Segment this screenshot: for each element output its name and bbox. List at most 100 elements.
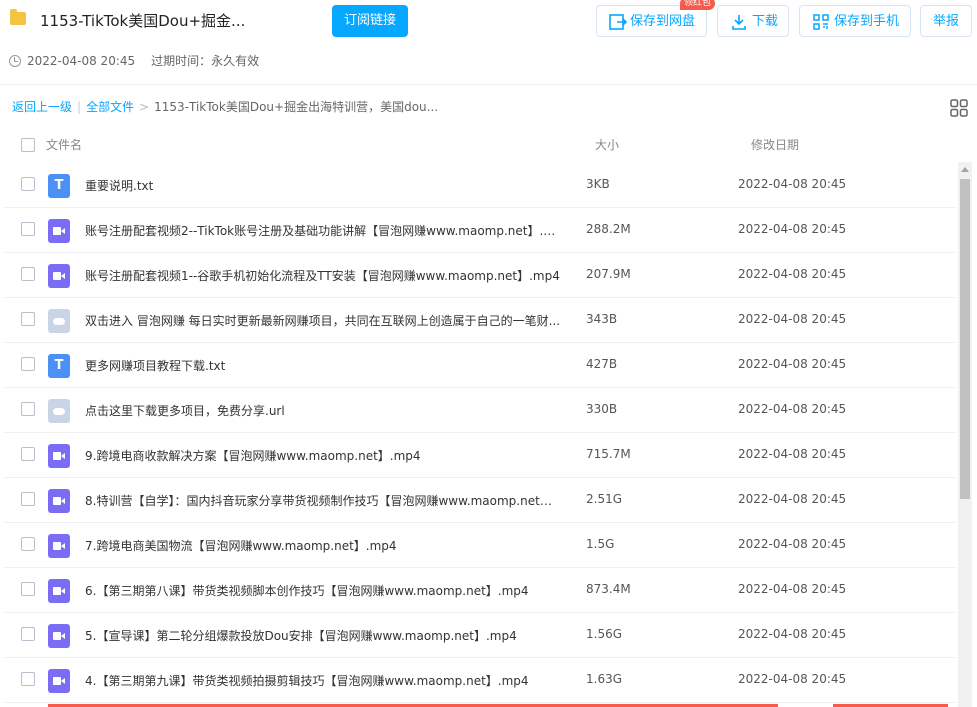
video-file-icon xyxy=(48,444,70,468)
all-files-link[interactable]: 全部文件 xyxy=(86,100,134,114)
breadcrumb-arrow: > xyxy=(139,100,150,114)
save-to-phone-button[interactable]: 保存到手机 xyxy=(799,5,911,37)
table-header: 文件名 大小 修改日期 xyxy=(0,132,977,162)
table-row[interactable]: 账号注册配套视频1--谷歌手机初始化流程及TT安装【冒泡网赚www.maomp.… xyxy=(4,252,956,298)
scrollbar[interactable] xyxy=(958,162,972,707)
row-checkbox[interactable] xyxy=(21,222,35,236)
file-name[interactable]: 4.【第三期第九课】带货类视频拍摄剪辑技巧【冒泡网赚www.maomp.net】… xyxy=(85,672,529,689)
file-date: 2022-04-08 20:45 xyxy=(738,582,847,596)
table-row[interactable]: 双击进入 冒泡网赚 每日实时更新最新网赚项目，共同在互联网上创造属于自己的一笔财… xyxy=(4,297,956,343)
share-meta: 2022-04-08 20:45 过期时间：永久有效 xyxy=(9,52,259,69)
file-name[interactable]: 5.【宣导课】第二轮分组爆款投放Dou安排【冒泡网赚www.maomp.net】… xyxy=(85,627,517,644)
download-label: 下载 xyxy=(752,14,779,29)
row-checkbox[interactable] xyxy=(21,492,35,506)
red-packet-badge[interactable]: 领红包 xyxy=(680,0,716,10)
video-file-icon xyxy=(48,489,70,513)
expiry-text: 过期时间：永久有效 xyxy=(151,54,260,68)
row-checkbox[interactable] xyxy=(21,582,35,596)
folder-icon xyxy=(10,9,26,25)
row-checkbox[interactable] xyxy=(21,627,35,641)
table-row[interactable]: 9.跨境电商收款解决方案【冒泡网赚www.maomp.net】.mp4 715.7… xyxy=(4,432,956,478)
video-file-icon xyxy=(48,579,70,603)
file-date: 2022-04-08 20:45 xyxy=(738,357,847,371)
file-date: 2022-04-08 20:45 xyxy=(738,222,847,236)
col-name-header[interactable]: 文件名 xyxy=(46,136,82,153)
video-file-icon xyxy=(48,264,70,288)
grid-view-icon[interactable] xyxy=(950,99,968,117)
file-name[interactable]: 7.跨境电商美国物流【冒泡网赚www.maomp.net】.mp4 xyxy=(85,537,397,554)
file-size: 343B xyxy=(586,312,618,326)
file-size: 1.5G xyxy=(586,537,615,551)
table-row[interactable]: 4.【第三期第九课】带货类视频拍摄剪辑技巧【冒泡网赚www.maomp.net】… xyxy=(4,657,956,703)
download-icon xyxy=(732,15,746,30)
link-file-icon xyxy=(48,309,70,333)
file-name[interactable]: 9.跨境电商收款解决方案【冒泡网赚www.maomp.net】.mp4 xyxy=(85,447,421,464)
table-row[interactable]: 重要说明.txt 3KB 2022-04-08 20:45 xyxy=(4,162,956,208)
col-size-header[interactable]: 大小 xyxy=(595,136,619,153)
text-file-icon xyxy=(48,354,70,378)
file-name[interactable]: 账号注册配套视频2--TikTok账号注册及基础功能讲解【冒泡网赚www.mao… xyxy=(85,222,563,239)
video-file-icon xyxy=(48,669,70,693)
file-name[interactable]: 6.【第三期第八课】带货类视频脚本创作技巧【冒泡网赚www.maomp.net】… xyxy=(85,582,529,599)
table-row[interactable]: 7.跨境电商美国物流【冒泡网赚www.maomp.net】.mp4 1.5G 202… xyxy=(4,522,956,568)
link-file-icon xyxy=(48,399,70,423)
file-name[interactable]: 账号注册配套视频1--谷歌手机初始化流程及TT安装【冒泡网赚www.maomp.… xyxy=(85,267,560,284)
table-row[interactable]: 8.特训营【自学】：国内抖音玩家分享带货视频制作技巧【冒泡网赚www.maomp… xyxy=(4,477,956,523)
file-size: 427B xyxy=(586,357,618,371)
file-name[interactable]: 更多网赚项目教程下载.txt xyxy=(85,357,225,374)
row-checkbox[interactable] xyxy=(21,402,35,416)
table-row[interactable]: 账号注册配套视频2--TikTok账号注册及基础功能讲解【冒泡网赚www.mao… xyxy=(4,207,956,253)
row-checkbox[interactable] xyxy=(21,312,35,326)
table-row[interactable]: 5.【宣导课】第二轮分组爆款投放Dou安排【冒泡网赚www.maomp.net】… xyxy=(4,612,956,658)
file-name[interactable]: 点击这里下载更多项目，免费分享.url xyxy=(85,402,285,419)
file-date: 2022-04-08 20:45 xyxy=(738,267,847,281)
back-link[interactable]: 返回上一级 xyxy=(12,100,72,114)
row-checkbox[interactable] xyxy=(21,672,35,686)
file-size: 2.51G xyxy=(586,492,623,506)
row-checkbox[interactable] xyxy=(21,177,35,191)
row-checkbox[interactable] xyxy=(21,537,35,551)
scroll-thumb[interactable] xyxy=(960,179,970,499)
file-list: 重要说明.txt 3KB 2022-04-08 20:45 账号注册配套视频2--Ti… xyxy=(4,162,956,707)
table-row[interactable]: 更多网赚项目教程下载.txt 427B 2022-04-08 20:45 xyxy=(4,342,956,388)
video-file-icon xyxy=(48,624,70,648)
file-name[interactable]: 重要说明.txt xyxy=(85,177,153,194)
video-file-icon xyxy=(48,219,70,243)
share-title: 1153-TikTok美国Dou+掘金... xyxy=(40,12,246,30)
download-button[interactable]: 下载 xyxy=(717,5,789,37)
scroll-up-arrow[interactable] xyxy=(961,167,969,172)
text-file-icon xyxy=(48,174,70,198)
row-checkbox[interactable] xyxy=(21,267,35,281)
file-name[interactable]: 双击进入 冒泡网赚 每日实时更新最新网赚项目，共同在互联网上创造属于自己的一笔财… xyxy=(85,312,560,329)
qrcode-icon xyxy=(813,14,829,30)
file-date: 2022-04-08 20:45 xyxy=(738,177,847,191)
clock-icon xyxy=(9,55,21,67)
file-date: 2022-04-08 20:45 xyxy=(738,672,847,686)
breadcrumb: 返回上一级 | 全部文件 >1153-TikTok美国Dou+掘金出海特训营，美国do… xyxy=(12,98,438,115)
created-time: 2022-04-08 20:45 xyxy=(27,54,136,68)
table-row[interactable]: 点击这里下载更多项目，免费分享.url 330B 2022-04-08 20:45 xyxy=(4,387,956,433)
current-folder: 1153-TikTok美国Dou+掘金出海特训营，美国dou... xyxy=(154,100,439,114)
video-file-icon xyxy=(48,534,70,558)
share-header: 1153-TikTok美国Dou+掘金... 订阅链接 保存到网盘 领红包 下载… xyxy=(0,0,977,85)
row-checkbox[interactable] xyxy=(21,357,35,371)
file-date: 2022-04-08 20:45 xyxy=(738,627,847,641)
table-row[interactable]: 6.【第三期第八课】带货类视频脚本创作技巧【冒泡网赚www.maomp.net】… xyxy=(4,567,956,613)
col-date-header[interactable]: 修改日期 xyxy=(751,136,799,153)
file-size: 207.9M xyxy=(586,267,631,281)
report-label: 举报 xyxy=(932,14,959,29)
file-size: 1.63G xyxy=(586,672,623,686)
breadcrumb-divider: | xyxy=(77,100,82,114)
save-disk-icon xyxy=(609,14,627,30)
row-checkbox[interactable] xyxy=(21,447,35,461)
select-all-checkbox[interactable] xyxy=(21,138,35,152)
file-date: 2022-04-08 20:45 xyxy=(738,402,847,416)
file-name[interactable]: 8.特训营【自学】：国内抖音玩家分享带货视频制作技巧【冒泡网赚www.maomp… xyxy=(85,492,563,509)
file-size: 330B xyxy=(586,402,618,416)
report-button[interactable]: 举报 xyxy=(920,5,972,37)
file-size: 288.2M xyxy=(586,222,631,236)
subscribe-button[interactable]: 订阅链接 xyxy=(332,5,408,37)
save-to-phone-label: 保存到手机 xyxy=(834,14,900,29)
file-size: 715.7M xyxy=(586,447,631,461)
file-size: 873.4M xyxy=(586,582,631,596)
